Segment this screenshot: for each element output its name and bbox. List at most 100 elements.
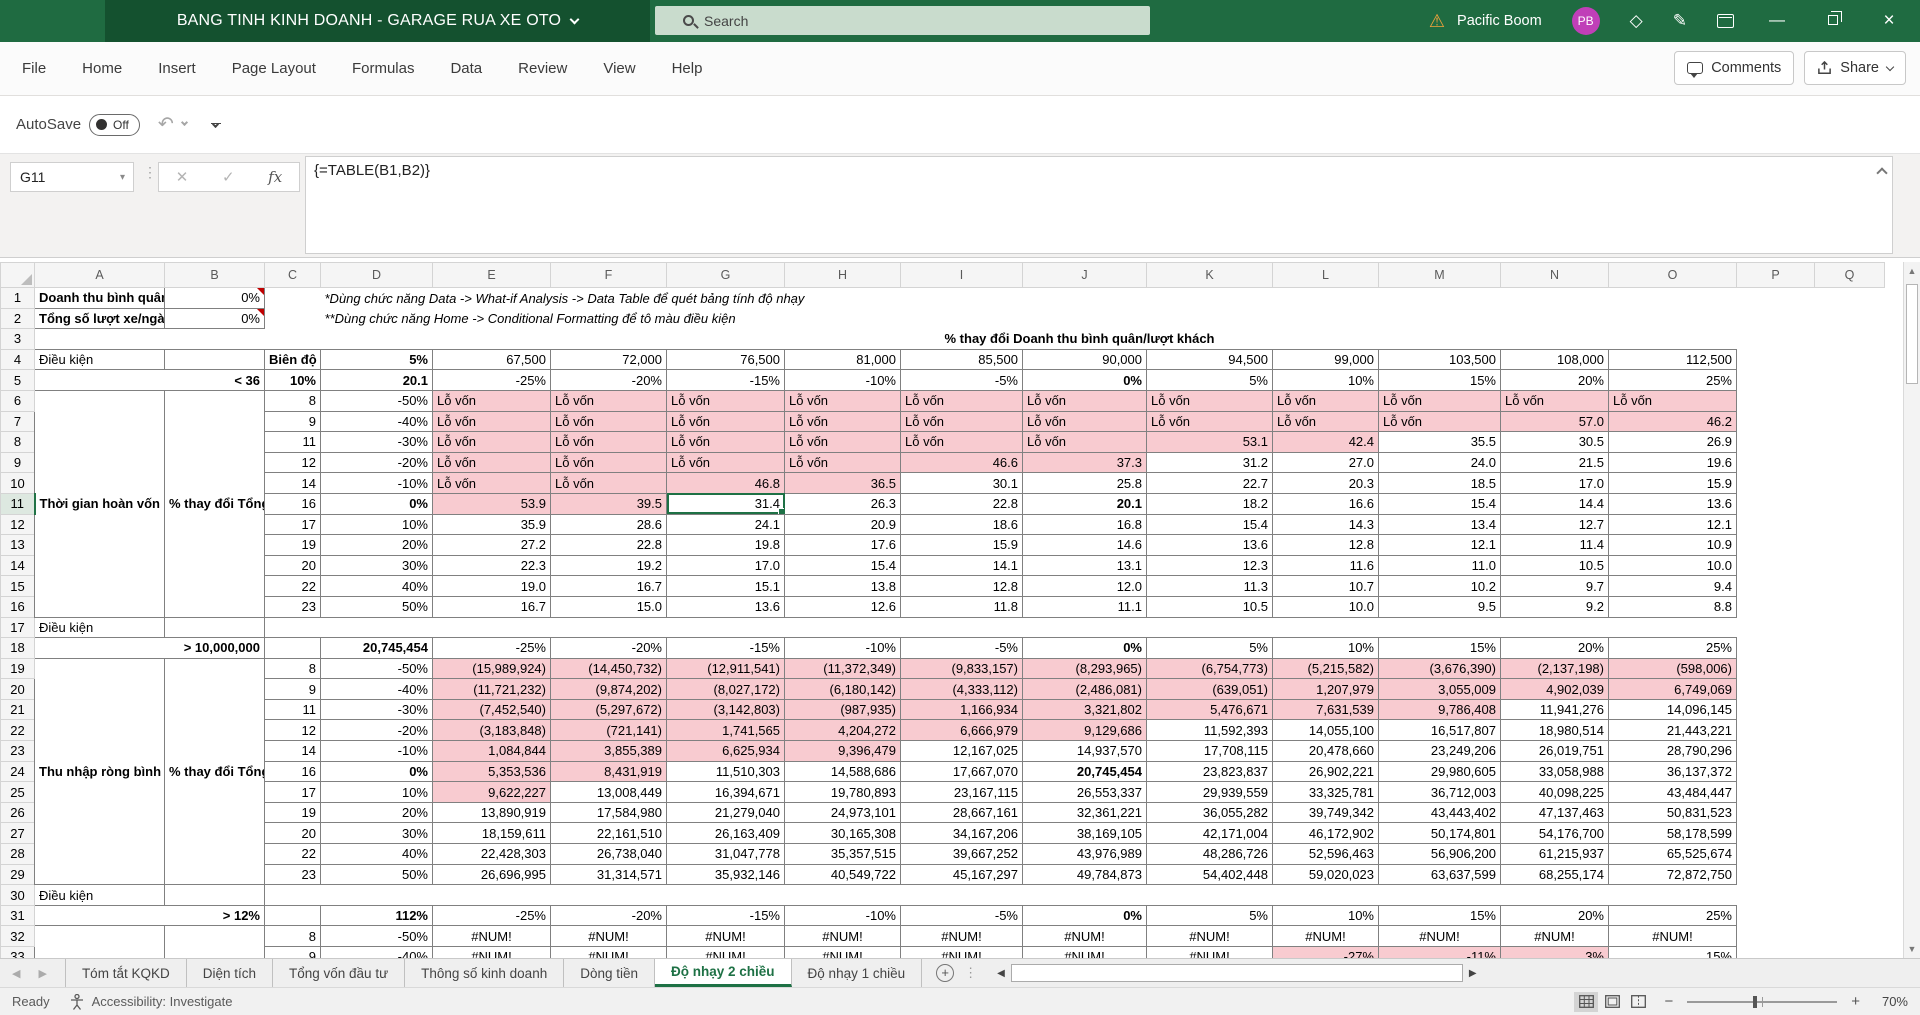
cell-L22[interactable]: 14,055,100	[1272, 719, 1379, 742]
cell-C11[interactable]: 16	[264, 492, 321, 515]
cell-F21[interactable]: (5,297,672)	[550, 698, 667, 721]
cell-F24[interactable]: 8,431,919	[550, 760, 667, 783]
cell-K9[interactable]: 31.2	[1146, 451, 1273, 474]
cell-G21[interactable]: (3,142,803)	[666, 698, 785, 721]
ribbon-tab-insert[interactable]: Insert	[158, 60, 196, 77]
cell-P9[interactable]	[1737, 452, 1815, 473]
cell-I18[interactable]: -5%	[900, 637, 1023, 659]
tabs-prev-icon[interactable]: ◀	[12, 967, 20, 980]
cell-P28[interactable]	[1737, 844, 1815, 865]
cell-I25[interactable]: 23,167,115	[900, 781, 1023, 803]
cell-J14[interactable]: 13.1	[1022, 554, 1147, 577]
page-layout-view-icon[interactable]	[1600, 992, 1624, 1012]
sheet-tab-2[interactable]: Diện tích	[187, 959, 273, 987]
cell-N28[interactable]: 61,215,937	[1500, 843, 1609, 865]
row-header-19[interactable]: 19	[0, 657, 35, 680]
cell-M5[interactable]: 15%	[1378, 369, 1501, 391]
insert-function-icon[interactable]: fx	[268, 168, 282, 186]
cell-A19[interactable]: Thu nhập ròng bình quân 1 tháng	[34, 657, 165, 886]
cell-O25[interactable]: 43,484,447	[1608, 781, 1737, 803]
cell-I10[interactable]: 30.1	[900, 472, 1023, 494]
cell-N18[interactable]: 20%	[1500, 637, 1609, 659]
cell-H13[interactable]: 17.6	[784, 534, 901, 556]
cell-Q15[interactable]	[1815, 576, 1885, 597]
cell-E29[interactable]: 26,696,995	[432, 863, 551, 886]
cell-O19[interactable]: (598,006)	[1608, 657, 1737, 680]
cell-O7[interactable]: 46.2	[1608, 410, 1737, 433]
cell-K13[interactable]: 13.6	[1146, 534, 1273, 556]
cell-M17[interactable]	[1379, 617, 1501, 638]
cell-Q30[interactable]	[1815, 885, 1885, 906]
cell-N23[interactable]: 26,019,751	[1500, 740, 1609, 762]
horizontal-scroll-thumb[interactable]	[1010, 964, 1463, 982]
cell-M9[interactable]: 24.0	[1378, 451, 1501, 474]
cell-K23[interactable]: 17,708,115	[1146, 740, 1273, 762]
row-header-27[interactable]: 27	[0, 822, 35, 845]
cell-Q19[interactable]	[1815, 658, 1885, 679]
row-header-3[interactable]: 3	[0, 328, 35, 350]
cell-E16[interactable]: 16.7	[432, 595, 551, 618]
cell-K11[interactable]: 18.2	[1146, 492, 1273, 515]
ribbon-display-options-icon[interactable]	[1717, 14, 1734, 28]
cell-J28[interactable]: 43,976,989	[1022, 843, 1147, 865]
cell-J7[interactable]: Lỗ vốn	[1022, 410, 1147, 433]
cell-D9[interactable]: -20%	[320, 451, 433, 474]
cell-F18[interactable]: -20%	[550, 637, 667, 659]
cell-H8[interactable]: Lỗ vốn	[784, 431, 901, 453]
cell-K8[interactable]: 53.1	[1146, 431, 1273, 453]
cell-O12[interactable]: 12.1	[1608, 513, 1737, 536]
ribbon-tab-page-layout[interactable]: Page Layout	[232, 60, 316, 77]
cell-L17[interactable]	[1273, 617, 1379, 638]
cell-G28[interactable]: 31,047,778	[666, 843, 785, 865]
cell-J33[interactable]: #NUM!	[1022, 946, 1147, 958]
sheet-tab-3[interactable]: Tổng vốn đầu tư	[273, 959, 406, 987]
row-header-9[interactable]: 9	[0, 451, 35, 474]
cell-N24[interactable]: 33,058,988	[1500, 760, 1609, 783]
cell-M8[interactable]: 35.5	[1378, 431, 1501, 453]
cell-L21[interactable]: 7,631,539	[1272, 698, 1379, 721]
cell-C30[interactable]	[265, 885, 321, 906]
cell-C5[interactable]: 10%	[264, 369, 321, 391]
cell-M31[interactable]: 15%	[1378, 904, 1501, 927]
cell-M25[interactable]: 36,712,003	[1378, 781, 1501, 803]
cell-C25[interactable]: 17	[264, 781, 321, 803]
ribbon-tab-formulas[interactable]: Formulas	[352, 60, 415, 77]
cell-D11[interactable]: 0%	[320, 492, 433, 515]
cell-M7[interactable]: Lỗ vốn	[1378, 410, 1501, 433]
cell-H7[interactable]: Lỗ vốn	[784, 410, 901, 433]
cell-A30[interactable]: Điều kiện	[34, 884, 165, 906]
cell-F25[interactable]: 13,008,449	[550, 781, 667, 803]
cell-M4[interactable]: 103,500	[1378, 348, 1501, 371]
cell-E11[interactable]: 53.9	[432, 492, 551, 515]
cell-F19[interactable]: (14,450,732)	[550, 657, 667, 680]
cell-D12[interactable]: 10%	[320, 513, 433, 536]
cell-Q20[interactable]	[1815, 679, 1885, 700]
cell-D27[interactable]: 30%	[320, 822, 433, 845]
cell-K6[interactable]: Lỗ vốn	[1146, 389, 1273, 412]
cell-I9[interactable]: 46.6	[900, 451, 1023, 474]
cell-K17[interactable]	[1147, 617, 1273, 638]
cell-P12[interactable]	[1737, 514, 1815, 535]
cell-N17[interactable]	[1501, 617, 1609, 638]
warning-icon[interactable]: ⚠	[1429, 11, 1445, 32]
cell-N5[interactable]: 20%	[1500, 369, 1609, 391]
cell-N11[interactable]: 14.4	[1500, 492, 1609, 515]
cell-O17[interactable]	[1609, 617, 1737, 638]
cell-A6[interactable]: Thời gian hoàn vốn	[34, 389, 165, 618]
cell-M13[interactable]: 12.1	[1378, 534, 1501, 556]
cell-D28[interactable]: 40%	[320, 843, 433, 865]
cell-C13[interactable]: 19	[264, 534, 321, 556]
cell-D29[interactable]: 50%	[320, 863, 433, 886]
cell-D33[interactable]: -40%	[320, 946, 433, 958]
cell-N25[interactable]: 40,098,225	[1500, 781, 1609, 803]
cell-G17[interactable]	[667, 617, 785, 638]
cell-F33[interactable]: #NUM!	[550, 946, 667, 958]
col-header-H[interactable]: H	[784, 262, 901, 288]
cell-L7[interactable]: Lỗ vốn	[1272, 410, 1379, 433]
cell-F32[interactable]: #NUM!	[550, 925, 667, 947]
accessibility-status[interactable]: Accessibility: Investigate	[70, 993, 232, 1010]
cell-J5[interactable]: 0%	[1022, 369, 1147, 391]
cell-H16[interactable]: 12.6	[784, 595, 901, 618]
cell-E3[interactable]	[433, 329, 551, 350]
cell-L4[interactable]: 99,000	[1272, 348, 1379, 371]
